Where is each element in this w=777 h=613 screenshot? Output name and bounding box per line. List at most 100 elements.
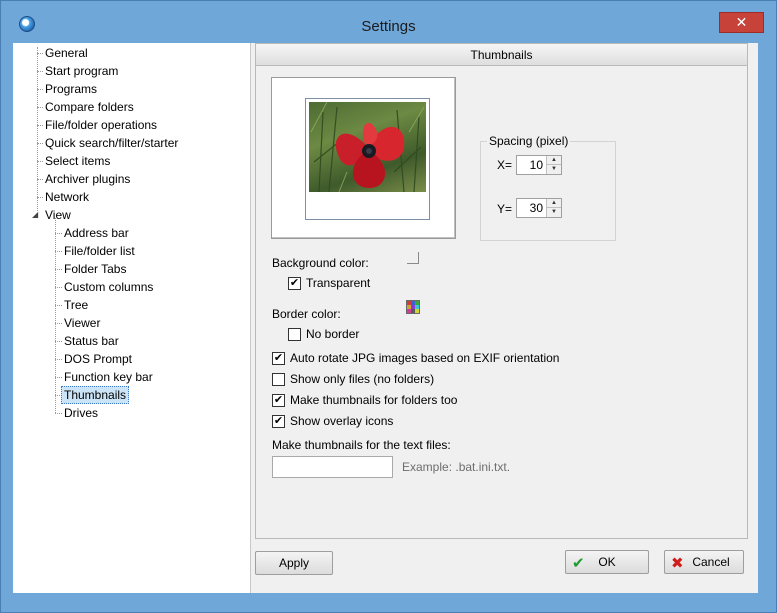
checkbox-box[interactable]: ✔ (272, 351, 285, 365)
no-border-checkbox[interactable]: No border (288, 326, 359, 342)
spacing-group-label: Spacing (pixel) (487, 134, 571, 148)
tree-item[interactable]: View (45, 206, 71, 224)
tree-connector (55, 305, 62, 306)
tree-connector (55, 233, 62, 234)
border-color-label: Border color: (272, 307, 341, 321)
checkmark-icon: ✔ (572, 555, 585, 572)
checkbox-label: No border (306, 327, 360, 341)
spacing-group: Spacing (pixel) X= 10 ▲ ▼ Y= 30 ▲ ▼ (480, 134, 616, 241)
swatch-cell (415, 309, 419, 313)
tree-connector (55, 218, 56, 413)
spacing-x-value[interactable]: 10 (530, 158, 543, 172)
background-color-picker[interactable] (407, 252, 419, 264)
tree-item[interactable]: Function key bar (64, 368, 153, 386)
ok-button[interactable]: ✔ OK (565, 550, 649, 574)
spacing-x-label: X= (497, 158, 513, 172)
checkbox-label: Auto rotate JPG images based on EXIF ori… (290, 351, 560, 365)
checkbox-label: Show overlay icons (290, 414, 394, 428)
cross-icon: ✖ (671, 555, 684, 572)
preview-image (309, 102, 426, 192)
spin-down-icon[interactable]: ▼ (547, 208, 561, 217)
tree-item[interactable]: Drives (64, 404, 98, 422)
tree-item[interactable]: Programs (45, 80, 97, 98)
tree-item[interactable]: Thumbnails (61, 386, 130, 404)
tree-item[interactable]: Network (45, 188, 89, 206)
tree-item[interactable]: Folder Tabs (64, 260, 126, 278)
tree-connector (37, 89, 43, 90)
tree-connector (37, 107, 43, 108)
tree-item[interactable]: Viewer (64, 314, 100, 332)
option-checkbox[interactable]: Show only files (no folders) (272, 371, 434, 387)
spin-down-icon[interactable]: ▼ (547, 165, 561, 174)
spin-up-icon[interactable]: ▲ (547, 199, 561, 208)
thumbnail-frame (305, 98, 430, 220)
settings-tree[interactable]: General Start program Programs Compare fold… (13, 43, 251, 593)
tree-connector (55, 341, 62, 342)
tree-connector (37, 179, 43, 180)
checkbox-box[interactable] (272, 372, 285, 386)
tree-connector (55, 251, 62, 252)
dialog-client-area: General Start program Programs Compare fold… (13, 43, 758, 593)
tree-item[interactable]: Select items (45, 152, 110, 170)
background-color-label: Background color: (272, 256, 369, 270)
tree-item[interactable]: Archiver plugins (45, 170, 130, 188)
panel-header: Thumbnails (256, 44, 747, 66)
cancel-button-label: Cancel (692, 555, 730, 569)
tree-item[interactable]: Compare folders (45, 98, 134, 116)
border-color-picker-icon[interactable] (406, 300, 420, 314)
tree-item[interactable]: File/folder list (64, 242, 135, 260)
tree-item[interactable]: Start program (45, 62, 118, 80)
tree-connector (37, 197, 43, 198)
tree-connector (37, 161, 43, 162)
expand-collapse-icon[interactable]: ◢ (32, 210, 38, 219)
tree-item[interactable]: Address bar (64, 224, 129, 242)
transparent-checkbox[interactable]: ✔ Transparent (288, 275, 370, 291)
settings-window: Settings ✕ General Start program Programs C… (0, 0, 777, 613)
checkbox-label: Make thumbnails for folders too (290, 393, 458, 407)
checkbox-box[interactable]: ✔ (272, 414, 285, 428)
tree-item[interactable]: DOS Prompt (64, 350, 132, 368)
tree-connector (37, 143, 43, 144)
spacing-y-label: Y= (497, 202, 513, 216)
cancel-button[interactable]: ✖ Cancel (664, 550, 744, 574)
spacing-y-spinner[interactable]: 30 ▲ ▼ (516, 198, 562, 218)
ok-button-label: OK (598, 555, 616, 569)
tree-connector (55, 377, 62, 378)
poppy-flower-image (310, 102, 425, 192)
tree-connector (37, 53, 43, 54)
tree-item[interactable]: Quick search/filter/starter (45, 134, 178, 152)
title-bar[interactable]: Settings ✕ (1, 1, 776, 39)
tree-connector (55, 287, 62, 288)
thumbnails-settings-panel: Thumbnails Spacing (pixel) X= 10 ▲ ▼ Y= … (255, 43, 748, 539)
tree-item[interactable]: General (45, 44, 88, 62)
tree-item[interactable]: Custom columns (64, 278, 153, 296)
tree-connector (55, 359, 62, 360)
option-checkbox[interactable]: ✔ Make thumbnails for folders too (272, 392, 457, 408)
spacing-y-value[interactable]: 30 (530, 201, 543, 215)
spacing-x-spin-buttons[interactable]: ▲ ▼ (546, 156, 561, 174)
tree-item[interactable]: Status bar (64, 332, 119, 350)
option-checkbox[interactable]: ✔ Show overlay icons (272, 413, 393, 429)
checkbox-box[interactable]: ✔ (272, 393, 285, 407)
checkbox-box[interactable] (288, 327, 301, 341)
checkbox-box[interactable]: ✔ (288, 276, 301, 290)
apply-button-label: Apply (278, 556, 310, 570)
apply-button[interactable]: Apply (255, 551, 333, 575)
spacing-y-spin-buttons[interactable]: ▲ ▼ (546, 199, 561, 217)
window-title: Settings (361, 18, 416, 35)
text-files-example: Example: .bat.ini.txt. (402, 460, 511, 474)
tree-connector (55, 323, 62, 324)
tree-item[interactable]: File/folder operations (45, 116, 157, 134)
spin-up-icon[interactable]: ▲ (547, 156, 561, 165)
spacing-x-spinner[interactable]: 10 ▲ ▼ (516, 155, 562, 175)
tree-item[interactable]: Tree (64, 296, 88, 314)
tree-connector (37, 125, 43, 126)
option-checkbox[interactable]: ✔ Auto rotate JPG images based on EXIF or… (272, 350, 559, 366)
tree-connector (55, 413, 62, 414)
text-files-label: Make thumbnails for the text files: (272, 438, 451, 452)
tree-connector (55, 269, 62, 270)
text-files-input[interactable] (272, 456, 393, 478)
tree-connector (37, 71, 43, 72)
close-button[interactable]: ✕ (719, 12, 764, 33)
checkbox-label: Transparent (306, 276, 371, 290)
